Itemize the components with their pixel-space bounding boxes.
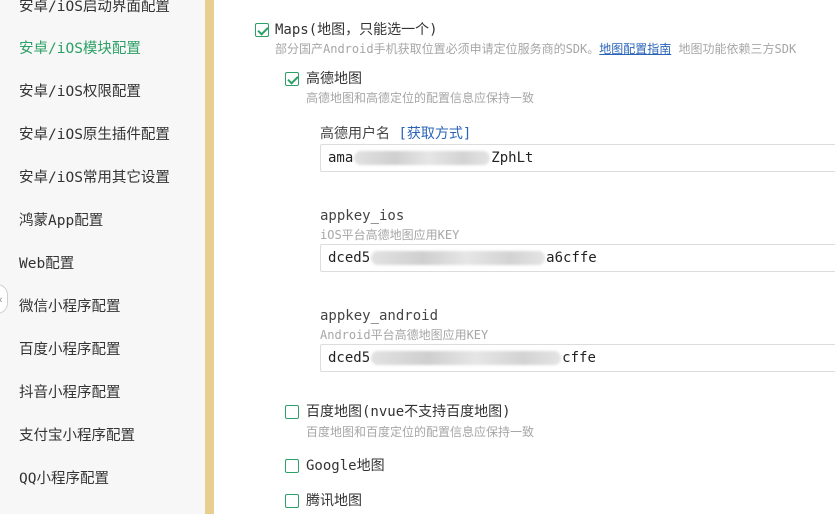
amap-label: 高德地图: [306, 71, 362, 87]
sidebar-item-wechat[interactable]: 微信小程序配置: [19, 297, 121, 317]
appkey-ios-input[interactable]: dced5 a6cffe: [320, 244, 835, 272]
map-config-guide-link[interactable]: 地图配置指南: [599, 42, 671, 56]
redacted-blur: [354, 151, 491, 165]
sidebar: 安卓/iOS启动界面配置 安卓/iOS模块配置 安卓/iOS权限配置 安卓/iO…: [0, 0, 205, 514]
sidebar-item-douyin[interactable]: 抖音小程序配置: [19, 383, 121, 403]
maps-label: Maps(地图，只能选一个): [275, 22, 438, 38]
sidebar-item-permissions[interactable]: 安卓/iOS权限配置: [19, 82, 141, 102]
sidebar-item-other-settings[interactable]: 安卓/iOS常用其它设置: [19, 168, 170, 188]
redacted-blur: [371, 351, 562, 365]
appkey-ios-label: appkey_ios: [320, 208, 405, 224]
sidebar-item-web[interactable]: Web配置: [19, 254, 74, 274]
appkey-ios-description: iOS平台高德地图应用KEY: [320, 228, 460, 242]
collapse-sidebar-button[interactable]: ‹: [0, 284, 8, 314]
sidebar-item-alipay[interactable]: 支付宝小程序配置: [19, 426, 135, 446]
google-map-checkbox[interactable]: [285, 459, 299, 473]
appkey-android-label: appkey_android: [320, 308, 439, 324]
appkey-android-input[interactable]: dced5 cffe: [320, 344, 835, 372]
sidebar-item-qq[interactable]: QQ小程序配置: [19, 469, 109, 489]
appkey-android-description: Android平台高德地图应用KEY: [320, 328, 489, 342]
sidebar-item-startup-screen[interactable]: 安卓/iOS启动界面配置: [19, 0, 170, 17]
sidebar-item-native-plugins[interactable]: 安卓/iOS原生插件配置: [19, 125, 170, 145]
baidu-map-description: 百度地图和百度定位的配置信息应保持一致: [306, 425, 535, 439]
tencent-map-label: 腾讯地图: [306, 493, 362, 509]
sidebar-item-harmony[interactable]: 鸿蒙App配置: [19, 211, 103, 231]
redacted-blur: [371, 251, 546, 265]
baidu-map-label: 百度地图(nvue不支持百度地图): [306, 404, 511, 420]
google-map-label: Google地图: [306, 458, 385, 474]
amap-username-input[interactable]: ama ZphLt: [320, 144, 835, 172]
amap-username-label: 高德用户名 [获取方式]: [320, 126, 472, 142]
sidebar-item-baidu[interactable]: 百度小程序配置: [19, 340, 121, 360]
baidu-map-checkbox[interactable]: [285, 405, 299, 419]
maps-checkbox[interactable]: [255, 23, 269, 37]
module-config-panel: Maps(地图，只能选一个) 部分国产Android手机获取位置必须申请定位服务…: [214, 0, 835, 514]
tencent-map-checkbox[interactable]: [285, 494, 299, 508]
maps-description: 部分国产Android手机获取位置必须申请定位服务商的SDK。地图配置指南 地图…: [275, 42, 797, 56]
amap-checkbox[interactable]: [285, 72, 299, 86]
sidebar-item-modules[interactable]: 安卓/iOS模块配置: [19, 39, 141, 59]
chevron-left-icon: ‹: [0, 293, 4, 306]
panel-divider[interactable]: [205, 0, 214, 514]
amap-description: 高德地图和高德定位的配置信息应保持一致: [306, 91, 535, 105]
get-method-link[interactable]: [获取方式]: [398, 126, 471, 142]
